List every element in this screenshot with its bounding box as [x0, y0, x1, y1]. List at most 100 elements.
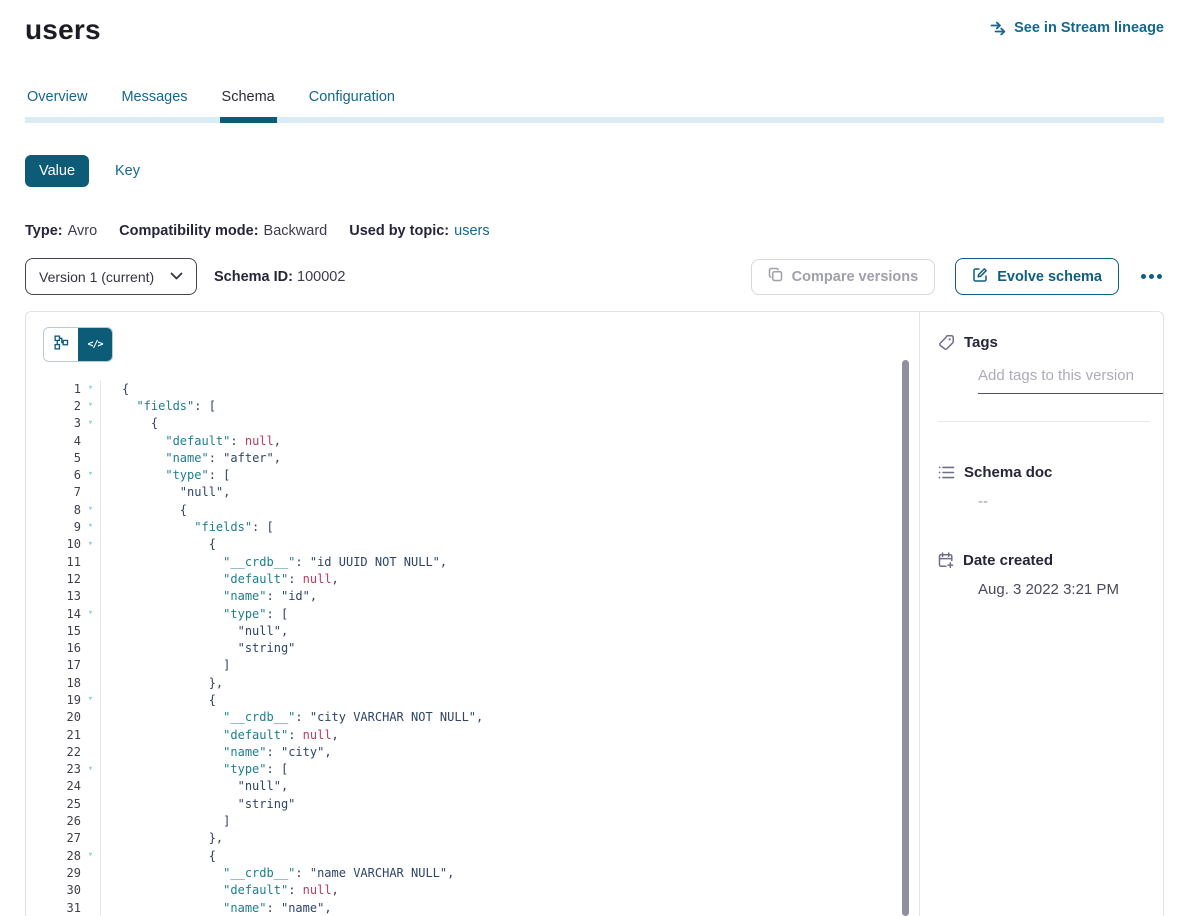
- code-line[interactable]: 12 "default": null,: [43, 570, 919, 587]
- more-options-icon: [1157, 274, 1162, 279]
- tab-messages[interactable]: Messages: [119, 89, 189, 117]
- evolve-schema-icon: [972, 267, 988, 287]
- code-text: "type": [: [101, 607, 288, 621]
- line-number: 25: [43, 797, 81, 811]
- code-line[interactable]: 29 "__crdb__": "name VARCHAR NULL",: [43, 864, 919, 881]
- code-line[interactable]: 26 ]: [43, 812, 919, 829]
- code-line[interactable]: 30 "default": null,: [43, 882, 919, 899]
- tab-overview[interactable]: Overview: [25, 89, 89, 117]
- line-number: 30: [43, 883, 81, 897]
- code-line[interactable]: 4 "default": null,: [43, 432, 919, 449]
- code-line[interactable]: 28▾ {: [43, 847, 919, 864]
- fold-marker-icon[interactable]: ▾: [81, 605, 101, 622]
- schema-id: Schema ID: 100002: [214, 269, 345, 285]
- code-text: "__crdb__": "name VARCHAR NULL",: [101, 866, 454, 880]
- topic-link[interactable]: users: [454, 223, 489, 239]
- date-created-heading-label: Date created: [963, 552, 1053, 569]
- code-line[interactable]: 11 "__crdb__": "id UUID NOT NULL",: [43, 553, 919, 570]
- line-number: 3: [43, 416, 81, 430]
- stream-lineage-link[interactable]: See in Stream lineage: [990, 20, 1164, 36]
- fold-marker-icon[interactable]: ▾: [81, 397, 101, 414]
- key-toggle-link[interactable]: Key: [115, 163, 140, 179]
- fold-marker-icon[interactable]: ▾: [81, 518, 101, 535]
- schema-editor[interactable]: </> 1▾{2▾ "fields": [3▾ {4 "default": nu…: [26, 312, 919, 916]
- code-line[interactable]: 27 },: [43, 830, 919, 847]
- code-line[interactable]: 31 "name": "name",: [43, 899, 919, 916]
- fold-spacer: [81, 726, 101, 743]
- tree-view-button[interactable]: [44, 328, 78, 361]
- code-line[interactable]: 3▾ {: [43, 415, 919, 432]
- code-line[interactable]: 6▾ "type": [: [43, 466, 919, 483]
- compare-versions-label: Compare versions: [792, 269, 919, 285]
- line-number: 20: [43, 710, 81, 724]
- code-line[interactable]: 17 ]: [43, 657, 919, 674]
- code-line[interactable]: 21 "default": null,: [43, 726, 919, 743]
- more-options-icon: [1141, 274, 1146, 279]
- sidebar-divider: [938, 421, 1149, 422]
- code-line[interactable]: 16 "string": [43, 639, 919, 656]
- more-options-button[interactable]: [1139, 270, 1164, 283]
- code-line[interactable]: 24 "null",: [43, 778, 919, 795]
- code-line[interactable]: 22 "name": "city",: [43, 743, 919, 760]
- version-select-value: Version 1 (current): [39, 269, 154, 285]
- fold-marker-icon[interactable]: ▾: [81, 380, 101, 397]
- schema-page: users See in Stream lineage Overview Mes…: [0, 0, 1189, 916]
- code-line[interactable]: 1▾{: [43, 380, 919, 397]
- code-line[interactable]: 20 "__crdb__": "city VARCHAR NOT NULL",: [43, 709, 919, 726]
- code-line[interactable]: 8▾ {: [43, 501, 919, 518]
- line-number: 8: [43, 503, 81, 517]
- code-line[interactable]: 10▾ {: [43, 536, 919, 553]
- version-select[interactable]: Version 1 (current): [25, 258, 197, 295]
- add-tags-input[interactable]: [978, 367, 1164, 394]
- fold-spacer: [81, 864, 101, 881]
- fold-marker-icon[interactable]: ▾: [81, 501, 101, 518]
- fold-spacer: [81, 588, 101, 605]
- tags-heading: Tags: [938, 334, 1149, 351]
- editor-scrollbar[interactable]: [902, 360, 909, 916]
- fold-marker-icon[interactable]: ▾: [81, 466, 101, 483]
- code-line[interactable]: 23▾ "type": [: [43, 761, 919, 778]
- fold-spacer: [81, 622, 101, 639]
- schema-sidebar: Tags Schema doc --: [919, 312, 1163, 916]
- code-line[interactable]: 2▾ "fields": [: [43, 397, 919, 414]
- line-number: 1: [43, 382, 81, 396]
- code-text: "fields": [: [101, 520, 274, 534]
- fold-marker-icon[interactable]: ▾: [81, 415, 101, 432]
- fold-marker-icon[interactable]: ▾: [81, 847, 101, 864]
- code-line[interactable]: 5 "name": "after",: [43, 449, 919, 466]
- value-toggle-button[interactable]: Value: [25, 155, 89, 187]
- code-view-button[interactable]: </>: [78, 328, 112, 361]
- version-bar-actions: Compare versions Evolve schema: [751, 258, 1164, 295]
- meta-type-label: Type:: [25, 223, 63, 239]
- code-line[interactable]: 25 "string": [43, 795, 919, 812]
- compare-versions-button[interactable]: Compare versions: [751, 259, 936, 295]
- code-text: "string": [101, 797, 295, 811]
- code-line[interactable]: 9▾ "fields": [: [43, 518, 919, 535]
- code-text: "name": "city",: [101, 745, 332, 759]
- code-line[interactable]: 18 },: [43, 674, 919, 691]
- code-line[interactable]: 7 "null",: [43, 484, 919, 501]
- fold-marker-icon[interactable]: ▾: [81, 691, 101, 708]
- code-line[interactable]: 14▾ "type": [: [43, 605, 919, 622]
- schema-meta-row: Type:Avro Compatibility mode:Backward Us…: [25, 223, 1164, 239]
- code-text: "default": null,: [101, 883, 339, 897]
- schema-id-label: Schema ID:: [214, 269, 293, 285]
- code-line[interactable]: 19▾ {: [43, 691, 919, 708]
- schema-doc-value: --: [978, 493, 1149, 510]
- code-line[interactable]: 15 "null",: [43, 622, 919, 639]
- line-number: 16: [43, 641, 81, 655]
- fold-marker-icon[interactable]: ▾: [81, 536, 101, 553]
- code-line[interactable]: 13 "name": "id",: [43, 588, 919, 605]
- tab-configuration[interactable]: Configuration: [307, 89, 397, 117]
- line-number: 24: [43, 779, 81, 793]
- tab-schema[interactable]: Schema: [220, 89, 277, 117]
- fold-marker-icon[interactable]: ▾: [81, 761, 101, 778]
- line-number: 13: [43, 589, 81, 603]
- line-number: 5: [43, 451, 81, 465]
- evolve-schema-button[interactable]: Evolve schema: [955, 258, 1119, 295]
- line-number: 9: [43, 520, 81, 534]
- fold-spacer: [81, 570, 101, 587]
- fold-spacer: [81, 432, 101, 449]
- code-text: "null",: [101, 624, 288, 638]
- schema-doc-heading-label: Schema doc: [964, 464, 1052, 481]
